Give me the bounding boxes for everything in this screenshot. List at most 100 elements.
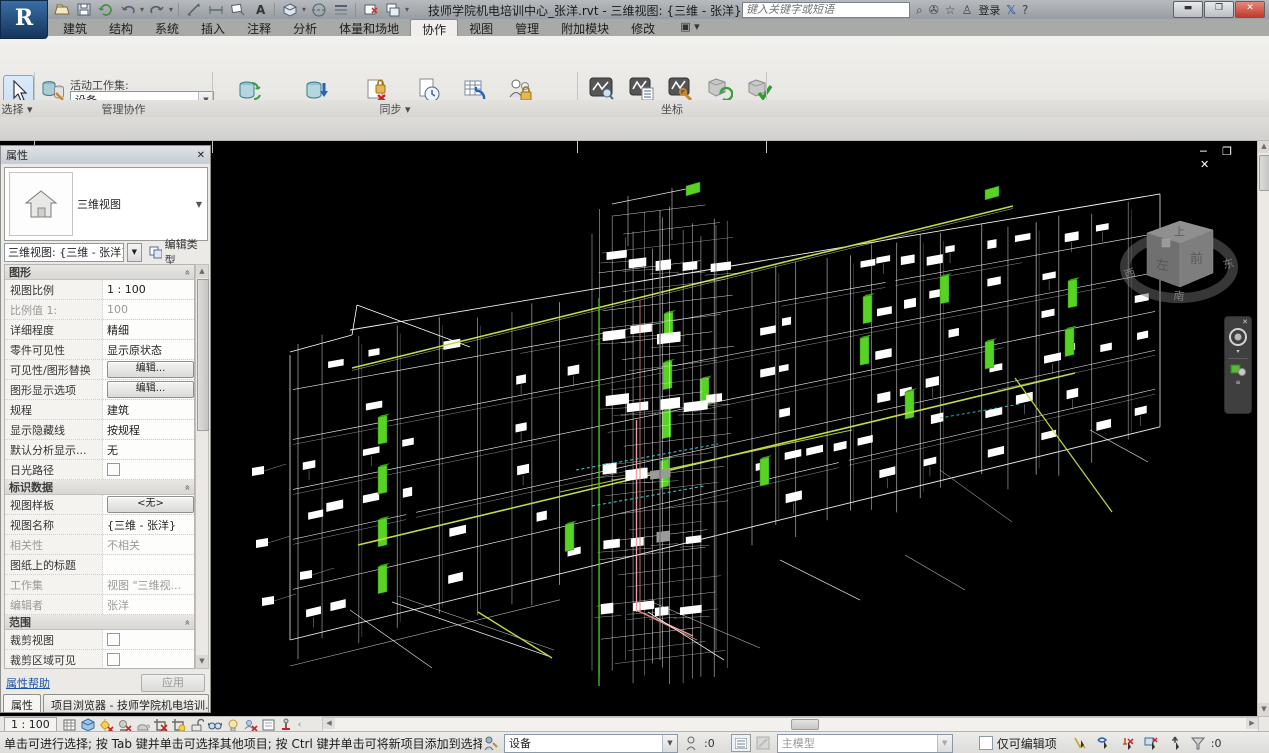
checkbox[interactable] [107, 633, 120, 646]
tab-properties[interactable]: 属性 [3, 694, 41, 712]
prop-scroll-thumb[interactable] [197, 279, 209, 431]
design-option-dropdown[interactable]: 主模型▼ [777, 734, 953, 753]
measure-icon[interactable] [184, 2, 203, 18]
navbar-caret-icon[interactable]: ▾ [1236, 348, 1239, 355]
section-header[interactable]: 范围« [5, 615, 194, 630]
redo-caret-icon[interactable]: ▾ [169, 5, 173, 14]
navbar-close-icon[interactable]: ✕ [1239, 317, 1251, 327]
select-underlay-icon[interactable] [1095, 735, 1113, 751]
unlocked-3d-view-icon[interactable] [189, 718, 205, 732]
editable-only-box[interactable] [979, 736, 993, 750]
tab-10[interactable]: 附加模块 [550, 19, 620, 36]
zoom-tool-icon[interactable] [1229, 361, 1247, 377]
horizontal-scrollbar[interactable]: ◀ ▶ [322, 717, 1259, 732]
thin-lines-icon[interactable] [331, 2, 350, 18]
communication-icon[interactable]: ☆ [945, 3, 956, 17]
rendering-dialog-icon[interactable] [135, 718, 151, 732]
tab-6[interactable]: 体量和场地 [328, 19, 410, 36]
sun-path-off-icon[interactable] [99, 718, 115, 732]
reveal-constraints-icon[interactable] [279, 718, 295, 732]
edit-button[interactable]: <无> [107, 496, 194, 513]
user-icon[interactable]: ♙ [962, 3, 973, 17]
shadows-off-icon[interactable] [117, 718, 133, 732]
properties-help-link[interactable]: 属性帮助 [6, 675, 50, 691]
steering-wheel-icon[interactable] [1228, 327, 1248, 347]
redo-icon[interactable] [147, 2, 166, 18]
instance-selector-dropdown[interactable]: 三维视图: {三维 - 张洋} [4, 243, 124, 262]
scroll-down-icon[interactable]: ▼ [1258, 703, 1269, 716]
tab-project-browser[interactable]: 项目浏览器 - 技师学院机电培训... [43, 694, 209, 712]
close-hidden-windows-icon[interactable] [361, 2, 380, 18]
temporary-view-properties-icon[interactable] [261, 718, 277, 732]
application-menu-button[interactable]: R [0, 0, 48, 39]
tag-icon[interactable] [228, 2, 247, 18]
tab-4[interactable]: 注释 [236, 19, 282, 36]
edit-button[interactable]: 编辑... [107, 361, 194, 378]
scroll-left-icon[interactable]: ◀ [323, 718, 335, 729]
save-icon[interactable] [74, 2, 93, 18]
instance-selector-arrow-icon[interactable]: ▼ [127, 243, 142, 262]
tab-3[interactable]: 插入 [190, 19, 236, 36]
modify-tab-extra-icon[interactable]: ▣ ▾ [674, 19, 705, 36]
undo-icon[interactable] [118, 2, 137, 18]
select-by-face-icon[interactable] [1143, 735, 1161, 751]
workset-status-dropdown[interactable]: 设备▼ [504, 734, 678, 753]
tab-11[interactable]: 修改 [620, 19, 666, 36]
filter-icon[interactable] [1189, 735, 1207, 751]
crop-region-hidden-icon[interactable] [171, 718, 187, 732]
viewcube-left-label[interactable]: 左 [1156, 257, 1169, 274]
maximize-button[interactable]: ❐ [1204, 1, 1234, 18]
properties-close-icon[interactable]: ✕ [197, 150, 205, 161]
search-input[interactable] [742, 2, 910, 18]
worksets-dialog-icon[interactable] [731, 734, 751, 752]
worksharing-display-off-icon[interactable] [243, 718, 259, 732]
section-header[interactable]: 标识数据« [5, 480, 194, 495]
tab-2[interactable]: 系统 [144, 19, 190, 36]
vertical-scroll-thumb[interactable] [1259, 155, 1269, 191]
view3d-caret-icon[interactable]: ▾ [302, 5, 306, 14]
view-window-controls[interactable]: ─ ❐ ✕ [1200, 145, 1257, 171]
checkbox[interactable] [107, 653, 120, 666]
collapse-arrow-icon[interactable]: ‹ [298, 720, 302, 730]
detail-level-icon[interactable] [63, 718, 79, 732]
help-icon[interactable]: ? [1022, 3, 1028, 17]
close-button[interactable]: ✕ [1235, 1, 1265, 18]
section-header[interactable]: 图形« [5, 265, 194, 280]
sync-icon[interactable] [96, 2, 115, 18]
tab-7[interactable]: 协作 [410, 19, 458, 36]
navigation-bar[interactable]: ✕ ▾ ≡ [1224, 316, 1252, 414]
type-selector[interactable]: 三维视图 ▼ [4, 167, 208, 241]
tab-0[interactable]: 建筑 [52, 19, 98, 36]
minimize-button[interactable]: ▬ [1173, 1, 1203, 18]
view3d-icon[interactable] [280, 2, 299, 18]
viewcube-south-label[interactable]: 南 [1173, 289, 1186, 303]
select-panel-label[interactable]: 选择 ▾ [0, 101, 34, 117]
section-icon[interactable] [309, 2, 328, 18]
scroll-up-icon[interactable]: ▲ [1258, 140, 1269, 153]
properties-scrollbar[interactable]: ▲ ▼ [195, 264, 209, 669]
tab-1[interactable]: 结构 [98, 19, 144, 36]
switch-windows-icon[interactable] [383, 2, 402, 18]
exchange-x-icon[interactable]: 𝕏 [1006, 3, 1016, 17]
editable-only-checkbox[interactable]: 仅可编辑项 [979, 735, 1057, 752]
checkbox[interactable] [107, 463, 120, 476]
viewcube-top-label[interactable]: 上 [1174, 225, 1185, 238]
dimension-icon[interactable] [206, 2, 225, 18]
select-links-icon[interactable] [1071, 735, 1089, 751]
reveal-hidden-elements-icon[interactable] [225, 718, 241, 732]
navbar-customize-icon[interactable]: ≡ [1235, 379, 1240, 386]
vertical-scrollbar[interactable]: ▲ ▼ [1257, 140, 1269, 716]
viewcube-front-label[interactable]: 前 [1190, 251, 1203, 267]
prop-scroll-down-icon[interactable]: ▼ [196, 655, 208, 668]
binoculars-icon[interactable]: ⌕ [916, 3, 923, 17]
edit-type-button[interactable]: 编辑类型 [145, 243, 209, 261]
drag-on-selection-icon[interactable] [1167, 735, 1185, 751]
editing-requests-status-icon[interactable] [682, 735, 700, 751]
tab-9[interactable]: 管理 [504, 19, 550, 36]
tab-5[interactable]: 分析 [282, 19, 328, 36]
visual-style-icon[interactable] [81, 718, 97, 732]
horizontal-scroll-thumb[interactable] [791, 719, 819, 730]
viewcube[interactable]: 西 南 东 上 前 左 [1118, 195, 1240, 313]
select-pinned-icon[interactable] [1119, 735, 1137, 751]
crop-view-off-icon[interactable] [153, 718, 169, 732]
